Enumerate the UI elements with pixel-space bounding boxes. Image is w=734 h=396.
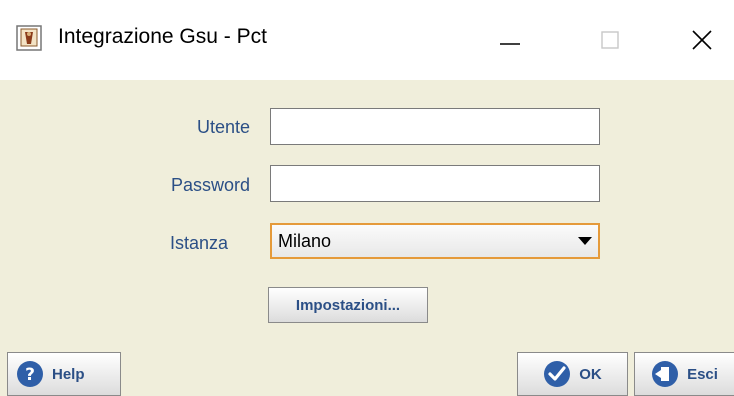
- password-input[interactable]: [270, 165, 600, 202]
- instance-selected-value: Milano: [278, 230, 332, 251]
- ok-button-label: OK: [579, 365, 602, 383]
- user-input[interactable]: [270, 108, 600, 145]
- svg-text:?: ?: [25, 365, 35, 385]
- login-window: Integrazione Gsu - Pct Utente Password I…: [0, 0, 734, 396]
- ok-button[interactable]: OK: [517, 352, 628, 396]
- user-label: Utente: [196, 117, 250, 137]
- close-button[interactable]: [672, 0, 732, 80]
- exit-door-icon: [652, 361, 679, 387]
- window-title: Integrazione Gsu - Pct: [58, 25, 267, 48]
- exit-button[interactable]: Esci: [634, 352, 734, 396]
- password-label: Password: [170, 175, 250, 195]
- checkmark-icon: [544, 361, 571, 387]
- exit-button-label: Esci: [687, 365, 718, 383]
- close-icon: [692, 30, 712, 50]
- minimize-button[interactable]: [480, 0, 540, 80]
- settings-button[interactable]: Impostazioni...: [268, 287, 428, 323]
- title-bar[interactable]: Integrazione Gsu - Pct: [0, 0, 734, 80]
- help-button-label: Help: [52, 365, 85, 383]
- help-icon: ?: [17, 361, 43, 387]
- minimize-icon: [500, 43, 520, 45]
- app-document-icon: [16, 25, 42, 51]
- instance-select[interactable]: Milano: [270, 223, 600, 259]
- dropdown-arrow-icon[interactable]: [572, 225, 598, 257]
- settings-button-label: Impostazioni...: [295, 296, 401, 314]
- help-button[interactable]: ? Help: [7, 352, 121, 396]
- maximize-button[interactable]: [580, 0, 640, 80]
- maximize-icon: [601, 31, 619, 49]
- instance-label: Istanza: [169, 233, 228, 253]
